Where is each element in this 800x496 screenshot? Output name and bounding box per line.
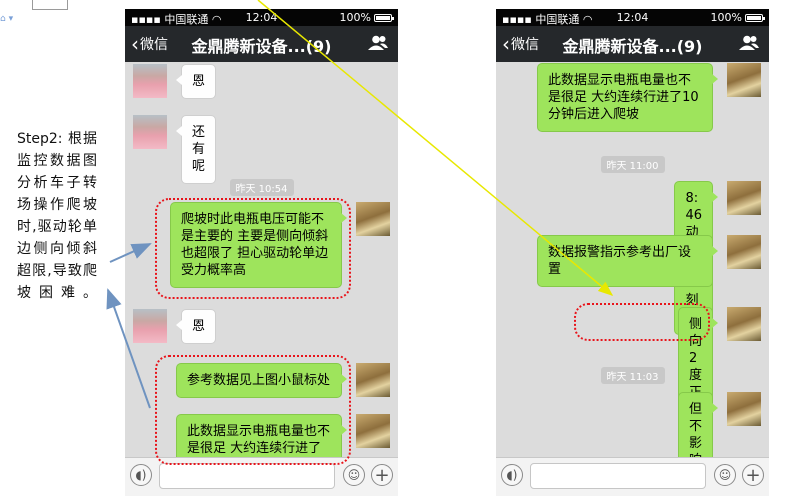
doc-format-icon: ⌂ ▾ <box>0 14 14 24</box>
message-bubble[interactable]: 参考数据见上图小鼠标处 <box>176 363 347 398</box>
analysis-note: Step2: 根据监控数据图分析车子转场操作爬坡时,驱动轮单边侧向倾斜超限,导致… <box>17 131 97 301</box>
battery-icon <box>745 13 765 22</box>
add-icon[interactable]: + <box>371 464 393 486</box>
avatar[interactable] <box>133 115 167 149</box>
avatar[interactable] <box>356 363 390 397</box>
avatar[interactable] <box>727 307 761 341</box>
avatar[interactable] <box>356 414 390 448</box>
document-frame-edge <box>32 0 68 10</box>
avatar[interactable] <box>133 64 167 98</box>
message-bubble[interactable]: 数据报警指示参考出厂设置 <box>537 235 718 287</box>
status-bar: ▪▪▪▪ 中国联通 ◠ 12:04 100% <box>496 9 769 26</box>
chat-header: ‹ 微信 金鼎腾新设备...(9) <box>125 26 398 62</box>
timestamp: 昨天 11:03 <box>496 365 769 384</box>
avatar[interactable] <box>727 235 761 269</box>
battery-percent: 100% <box>339 11 371 24</box>
avatar[interactable] <box>727 181 761 215</box>
message-bubble[interactable]: 还有呢 <box>175 115 217 184</box>
message-input[interactable] <box>159 463 335 489</box>
emoji-icon[interactable]: ☺ <box>714 464 736 486</box>
battery-percent: 100% <box>710 11 742 24</box>
group-members-icon[interactable] <box>368 35 388 51</box>
voice-icon[interactable]: ◖) <box>130 464 152 486</box>
group-members-icon[interactable] <box>739 35 759 51</box>
emoji-icon[interactable]: ☺ <box>343 464 365 486</box>
input-bar: ◖) ☺ + <box>496 457 769 496</box>
chat-title: 金鼎腾新设备...(9) <box>562 37 703 56</box>
message-bubble[interactable]: 恩 <box>175 64 217 99</box>
status-bar: ▪▪▪▪ 中国联通 ◠ 12:04 100% <box>125 9 398 26</box>
message-bubble[interactable]: 爬坡时此电瓶电压可能不是主要的 主要是侧向倾斜也超限了 担心驱动轮单边受力概率高 <box>170 202 347 288</box>
avatar[interactable] <box>356 202 390 236</box>
avatar[interactable] <box>727 63 761 97</box>
message-input[interactable] <box>530 463 706 489</box>
avatar[interactable] <box>727 392 761 426</box>
timestamp: 昨天 10:54 <box>125 177 398 196</box>
phone-screenshot-right: ▪▪▪▪ 中国联通 ◠ 12:04 100% ‹ 微信 金鼎腾新设备...(9) … <box>496 9 769 496</box>
message-bubble[interactable]: 恩 <box>175 309 217 344</box>
chat-title: 金鼎腾新设备...(9) <box>191 37 332 56</box>
chat-header: ‹ 微信 金鼎腾新设备...(9) <box>496 26 769 62</box>
phone-screenshot-left: ▪▪▪▪ 中国联通 ◠ 12:04 100% ‹ 微信 金鼎腾新设备...(9) … <box>125 9 398 496</box>
voice-icon[interactable]: ◖) <box>501 464 523 486</box>
input-bar: ◖) ☺ + <box>125 457 398 496</box>
avatar[interactable] <box>133 309 167 343</box>
timestamp: 昨天 11:00 <box>496 154 769 173</box>
battery-icon <box>374 13 394 22</box>
message-bubble[interactable]: 此数据显示电瓶电量也不是很足 大约连续行进了10分钟后进入爬坡 <box>537 63 718 132</box>
add-icon[interactable]: + <box>742 464 764 486</box>
